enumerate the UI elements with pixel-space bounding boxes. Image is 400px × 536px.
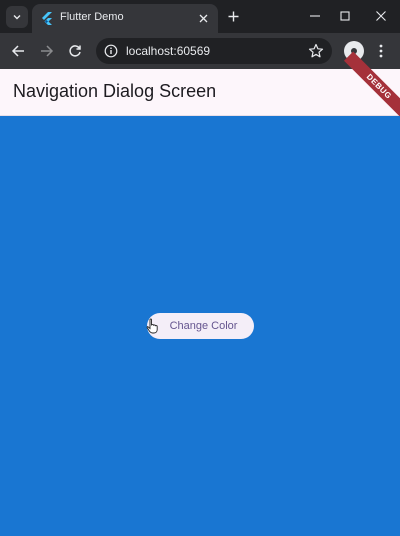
tab-close-button[interactable]	[196, 11, 210, 25]
info-icon[interactable]	[104, 44, 118, 58]
hand-cursor-icon	[146, 318, 158, 334]
forward-button[interactable]	[37, 41, 57, 61]
maximize-button[interactable]	[337, 8, 353, 24]
browser-menu-button[interactable]	[373, 41, 389, 61]
arrow-right-icon	[41, 45, 54, 57]
chevron-down-icon	[13, 15, 21, 20]
browser-tab[interactable]: Flutter Demo	[32, 4, 218, 33]
close-window-button[interactable]	[373, 8, 389, 24]
flutter-logo-icon	[42, 12, 52, 25]
browser-tab-strip: Flutter Demo	[0, 0, 400, 33]
plus-icon	[228, 11, 238, 21]
change-color-label: Change Color	[169, 320, 238, 332]
minimize-button[interactable]	[307, 8, 323, 24]
address-bar[interactable]: localhost:60569	[96, 38, 332, 64]
close-icon	[376, 11, 386, 21]
reload-icon	[69, 45, 81, 57]
page-title: Navigation Dialog Screen	[13, 81, 217, 101]
change-color-button[interactable]: Change Color	[147, 313, 254, 339]
back-button[interactable]	[8, 41, 28, 61]
reload-button[interactable]	[65, 41, 85, 61]
tab-search-button[interactable]	[6, 6, 28, 28]
maximize-icon	[340, 11, 350, 21]
url-text[interactable]: localhost:60569	[126, 44, 210, 58]
star-icon[interactable]	[308, 43, 324, 59]
more-vert-icon	[379, 44, 383, 58]
browser-toolbar: localhost:60569	[0, 33, 400, 69]
app-bar: Navigation Dialog Screen	[0, 69, 400, 116]
new-tab-button[interactable]	[225, 8, 241, 24]
close-icon	[199, 14, 207, 22]
minimize-icon	[310, 15, 320, 17]
arrow-left-icon	[11, 45, 24, 57]
tab-title: Flutter Demo	[60, 11, 124, 23]
